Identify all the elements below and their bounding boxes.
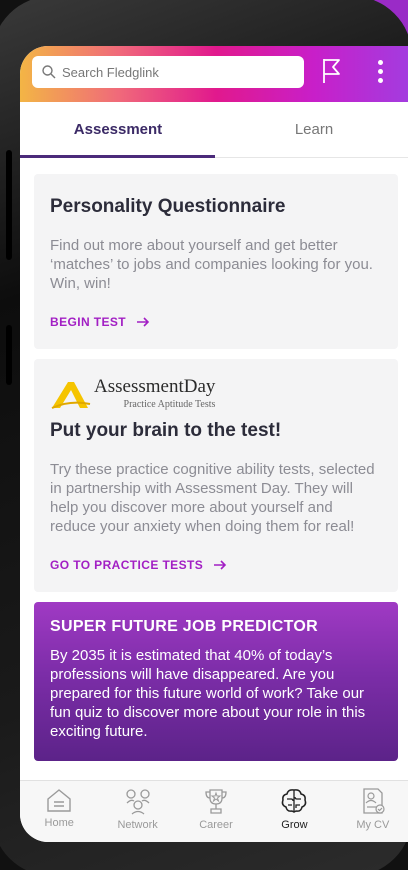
- home-icon: [47, 789, 71, 812]
- app-screen: Search Fledglink Assessment Learn Person…: [20, 46, 408, 842]
- nav-item-career[interactable]: Career: [177, 781, 255, 842]
- brain-icon: [282, 789, 307, 813]
- nav-label: Career: [199, 819, 233, 831]
- app-header: Search Fledglink: [20, 46, 408, 102]
- main-content: Personality Questionnaire Find out more …: [20, 158, 408, 761]
- card-title: Put your brain to the test!: [50, 420, 282, 441]
- begin-test-link[interactable]: BEGIN TEST: [50, 315, 150, 329]
- card-title: Personality Questionnaire: [50, 196, 286, 217]
- bottom-nav: Home Network Career Grow My CV: [20, 780, 408, 842]
- tab-indicator: [20, 155, 215, 158]
- card-body: Try these practice cognitive ability tes…: [50, 461, 375, 535]
- trophy-icon: [205, 789, 227, 814]
- arrow-right-icon: [137, 317, 150, 327]
- nav-item-network[interactable]: Network: [98, 781, 176, 842]
- card-body: Find out more about yourself and get bet…: [50, 237, 373, 292]
- side-button: [6, 325, 12, 385]
- search-icon: [42, 65, 56, 79]
- job-predictor-card[interactable]: SUPER FUTURE JOB PREDICTOR By 2035 it is…: [34, 602, 398, 761]
- personality-card: Personality Questionnaire Find out more …: [34, 174, 398, 349]
- network-icon: [125, 789, 150, 815]
- nav-label: Home: [44, 817, 74, 829]
- nav-item-home[interactable]: Home: [20, 781, 98, 842]
- practice-tests-link[interactable]: GO TO PRACTICE TESTS: [50, 558, 227, 572]
- nav-item-grow[interactable]: Grow: [255, 781, 333, 842]
- nav-label: My CV: [356, 819, 390, 831]
- promo-body: By 2035 it is estimated that 40% of toda…: [50, 647, 366, 740]
- logo-subtitle: Practice Aptitude Tests: [123, 399, 216, 410]
- search-input[interactable]: Search Fledglink: [32, 56, 304, 88]
- tab-learn[interactable]: Learn: [216, 102, 408, 157]
- phone-frame: Search Fledglink Assessment Learn Person…: [0, 0, 408, 870]
- cta-label: BEGIN TEST: [50, 315, 127, 329]
- cv-icon: [363, 788, 385, 814]
- search-placeholder: Search Fledglink: [62, 64, 159, 80]
- nav-item-my-cv[interactable]: My CV: [334, 781, 408, 842]
- cta-label: GO TO PRACTICE TESTS: [50, 558, 204, 572]
- logo-title: AssessmentDay: [94, 376, 216, 397]
- flag-icon[interactable]: [320, 56, 344, 86]
- tab-assessment[interactable]: Assessment: [20, 102, 216, 157]
- assessmentday-logo: AssessmentDay Practice Aptitude Tests: [50, 377, 382, 410]
- nav-label: Grow: [281, 819, 308, 831]
- side-button: [6, 150, 12, 260]
- tab-bar: Assessment Learn: [20, 102, 408, 158]
- assessment-day-card: AssessmentDay Practice Aptitude Tests Pu…: [34, 359, 398, 592]
- arrow-right-icon: [214, 560, 227, 570]
- more-menu-icon[interactable]: [378, 60, 383, 83]
- nav-label: Network: [117, 819, 158, 831]
- promo-title: SUPER FUTURE JOB PREDICTOR: [50, 618, 318, 635]
- assessmentday-logo-icon: [51, 382, 91, 409]
